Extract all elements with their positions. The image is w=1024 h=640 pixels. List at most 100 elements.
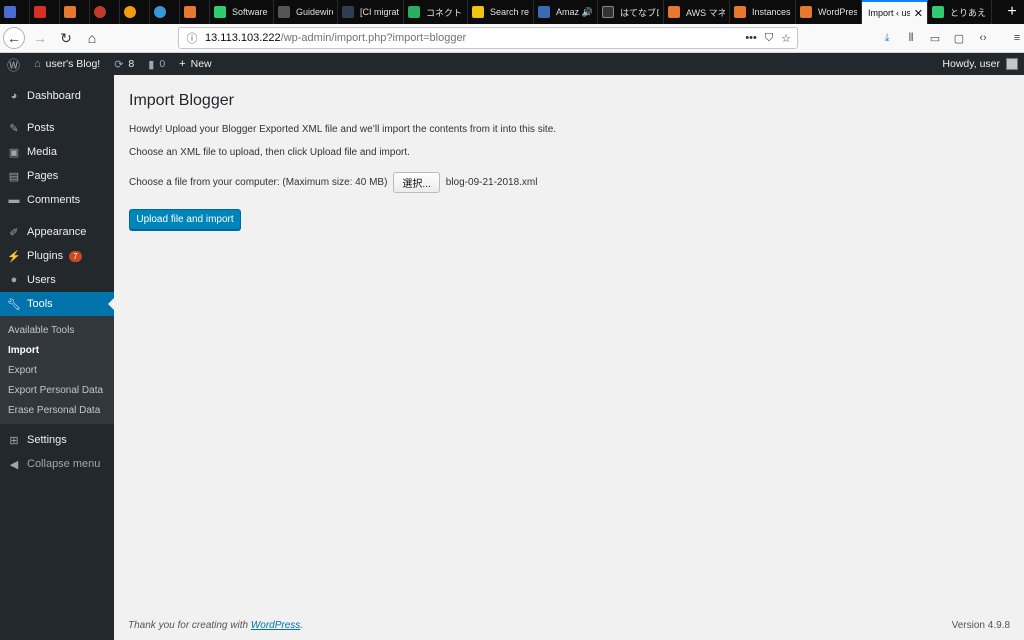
close-tab-icon[interactable]: ✕	[910, 7, 923, 20]
browser-tab[interactable]	[30, 0, 60, 24]
sidebar-item-settings[interactable]: ⊞ Settings	[0, 428, 114, 452]
comments-count: 0	[159, 58, 166, 70]
comment-icon: ▬	[8, 194, 20, 206]
browser-tab[interactable]	[0, 0, 30, 24]
pocket-icon[interactable]: ⛉	[765, 32, 773, 45]
sidebar-item-label: Media	[27, 146, 57, 158]
extension-icon[interactable]: ▢	[952, 31, 966, 45]
sidebar-icon[interactable]: ▭	[928, 31, 942, 45]
aws-icon	[668, 6, 680, 18]
brush-icon: ✐	[9, 226, 19, 239]
sidebar-item-label: Dashboard	[27, 90, 81, 102]
browser-tab-active[interactable]: Import ‹ us ✕	[862, 0, 928, 24]
browser-tab[interactable]: WordPres	[796, 0, 862, 24]
submenu-item-export-personal-data[interactable]: Export Personal Data	[0, 380, 114, 400]
page-actions-icon[interactable]: •••	[745, 32, 757, 45]
file-upload-row: Choose a file from your computer: (Maxim…	[129, 172, 537, 193]
new-tab-button[interactable]: +	[1000, 0, 1024, 24]
browser-tab[interactable]	[120, 0, 150, 24]
home-button[interactable]: ⌂	[81, 27, 103, 49]
collapse-icon: ◀	[9, 458, 19, 471]
browser-toolbar-right: ⤓ ⫴ ▭ ▢ ‹› ≡	[880, 27, 1024, 49]
browser-tab[interactable]: AWS マネ	[664, 0, 730, 24]
user-icon: ●	[10, 274, 18, 286]
sidebar-item-posts[interactable]: ✎ Posts	[0, 116, 114, 140]
new-label: New	[190, 58, 212, 70]
page-title: Import Blogger	[129, 92, 234, 109]
browser-tab[interactable]: はてなブロ	[598, 0, 664, 24]
wp-admin-bar: Ⓦ ⌂ user's Blog! ⟳ 8 ▮ 0 + New Howdy, user	[0, 53, 1024, 75]
browser-tab[interactable]	[90, 0, 120, 24]
plus-icon: +	[179, 58, 186, 70]
wordpress-link[interactable]: WordPress	[251, 620, 300, 631]
choose-file-button[interactable]: 選択...	[393, 172, 440, 193]
browser-tab[interactable]: Instances	[730, 0, 796, 24]
reload-button[interactable]: ↻	[55, 27, 77, 49]
new-content-link[interactable]: + New	[172, 53, 218, 75]
updates-link[interactable]: ⟳ 8	[107, 53, 141, 75]
submenu-item-available-tools[interactable]: Available Tools	[0, 320, 114, 340]
forward-button[interactable]: →	[29, 27, 51, 49]
tab-label: Software	[232, 7, 268, 17]
hamburger-menu-icon[interactable]: ≡	[1010, 31, 1024, 45]
back-button[interactable]: ←	[3, 27, 25, 49]
footer-thanks-text: Thank you for creating with	[128, 620, 251, 631]
sidebar-item-comments[interactable]: ▬ Comments	[0, 188, 114, 212]
drive-icon	[472, 6, 484, 18]
sidebar-item-tools[interactable]: 🔧︎ Tools	[0, 292, 114, 316]
collapse-menu-button[interactable]: ◀ Collapse menu	[0, 452, 114, 476]
browser-tab[interactable]: Guidewire	[274, 0, 338, 24]
sidebar-item-label: Comments	[27, 194, 81, 206]
selected-file-name: blog-09-21-2018.xml	[445, 177, 538, 188]
url-bar[interactable]: ⓘ 13.113.103.222/wp-admin/import.php?imp…	[178, 27, 798, 49]
upload-and-import-button[interactable]: Upload file and import	[129, 209, 241, 230]
comments-link[interactable]: ▮ 0	[141, 53, 172, 75]
browser-tab[interactable]	[180, 0, 210, 24]
tab-favicon-icon	[124, 6, 136, 18]
wordpress-logo-icon: Ⓦ	[7, 57, 21, 73]
tab-label: [CI migrat	[360, 7, 399, 17]
browser-tab[interactable]: Search re	[468, 0, 534, 24]
browser-tab[interactable]: Amaz 🔊	[534, 0, 598, 24]
tab-favicon-icon	[278, 6, 290, 18]
submenu-item-import[interactable]: Import	[0, 340, 114, 360]
sidebar-item-plugins[interactable]: ⚡ Plugins 7	[0, 244, 114, 268]
sidebar-item-users[interactable]: ● Users	[0, 268, 114, 292]
tools-submenu: Available Tools Import Export Export Per…	[0, 316, 114, 424]
browser-tab[interactable]: Software	[210, 0, 274, 24]
sidebar-item-pages[interactable]: ▤ Pages	[0, 164, 114, 188]
tab-label: Guidewire	[296, 7, 333, 17]
sidebar-item-label: Tools	[27, 298, 53, 310]
sidebar-item-media[interactable]: ▣ Media	[0, 140, 114, 164]
download-icon[interactable]: ⤓	[880, 31, 894, 45]
bookmark-star-icon[interactable]: ☆	[781, 32, 791, 45]
intro-text: Howdy! Upload your Blogger Exported XML …	[129, 124, 557, 135]
tab-favicon-icon	[184, 6, 196, 18]
speaker-icon[interactable]: 🔊	[582, 7, 593, 18]
tab-favicon-icon	[342, 6, 354, 18]
browser-tab[interactable]	[60, 0, 90, 24]
site-name-link[interactable]: ⌂ user's Blog!	[27, 53, 107, 75]
tab-label: AWS マネ	[686, 7, 725, 18]
info-icon[interactable]: ⓘ	[183, 30, 201, 46]
sidebar-item-appearance[interactable]: ✐ Appearance	[0, 220, 114, 244]
sidebar-item-label: Settings	[27, 434, 67, 446]
devtools-icon[interactable]: ‹›	[976, 31, 990, 45]
wrench-icon: 🔧︎	[7, 298, 21, 311]
browser-tab[interactable]: [CI migrat	[338, 0, 404, 24]
comment-icon: ▮	[148, 58, 155, 71]
wordpress-logo-button[interactable]: Ⓦ	[0, 53, 27, 75]
sidebar-item-dashboard[interactable]: ◕ Dashboard	[0, 84, 114, 108]
sidebar-item-label: Pages	[27, 170, 59, 182]
submenu-item-export[interactable]: Export	[0, 360, 114, 380]
updates-count: 8	[128, 58, 135, 70]
my-account-link[interactable]: Howdy, user	[935, 53, 1024, 75]
browser-tab[interactable]: コネクト	[404, 0, 468, 24]
gmail-icon	[34, 6, 46, 18]
browser-tab[interactable]	[150, 0, 180, 24]
library-icon[interactable]: ⫴	[904, 31, 918, 45]
submenu-item-erase-personal-data[interactable]: Erase Personal Data	[0, 400, 114, 420]
tab-favicon-icon	[214, 6, 226, 18]
browser-tab[interactable]: とりあえ	[928, 0, 992, 24]
tab-label: はてなブロ	[620, 7, 659, 18]
